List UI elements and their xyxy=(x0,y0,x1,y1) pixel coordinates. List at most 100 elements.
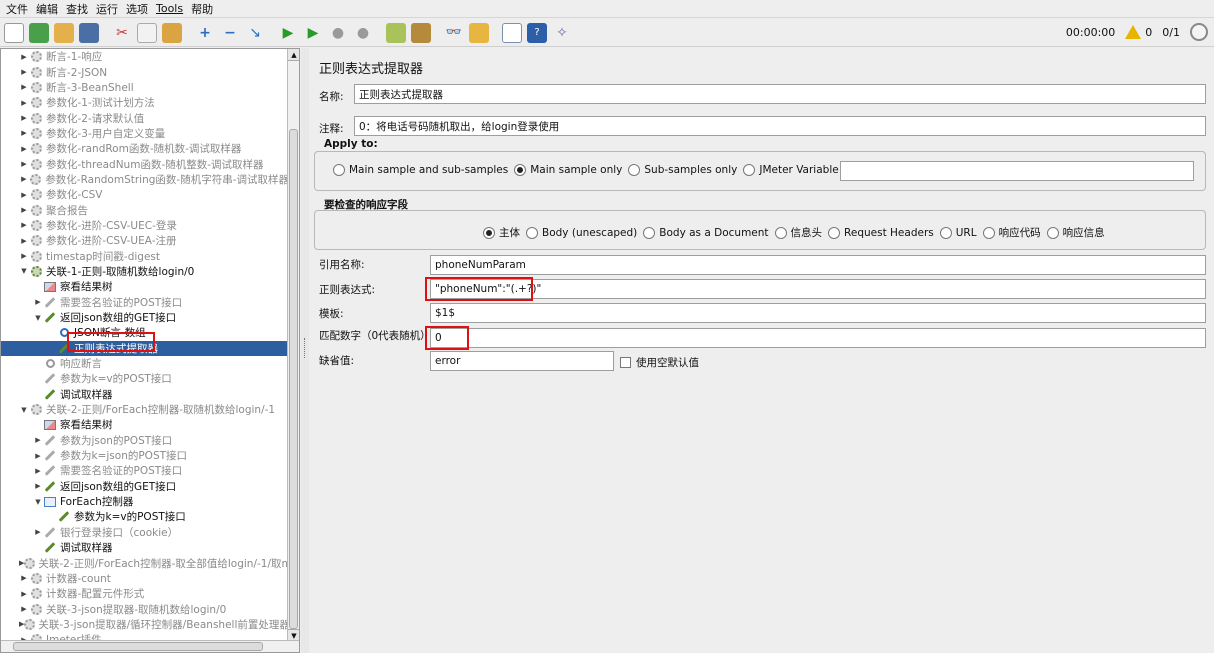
expanded-arrow-icon[interactable]: ▼ xyxy=(19,406,29,414)
comment-field[interactable]: 0：将电话号码随机取出，给login登录使用 xyxy=(354,116,1206,136)
tree-item[interactable]: 察看结果树 xyxy=(1,279,289,294)
shutdown-icon[interactable]: ● xyxy=(353,23,373,43)
tree-item[interactable]: ▶ 参数为json的POST接口 xyxy=(1,433,289,448)
expand-icon[interactable]: + xyxy=(195,23,215,43)
tree-item[interactable]: ▼ 关联-2-正则/ForEach控制器-取随机数给login/-1 xyxy=(1,402,289,417)
radio-icon[interactable] xyxy=(982,226,995,239)
start-no-pause-icon[interactable]: ▶ xyxy=(303,23,323,43)
warning-icon[interactable] xyxy=(1125,25,1142,39)
expanded-arrow-icon[interactable]: ▼ xyxy=(19,267,29,275)
tree-item[interactable]: JSON断言-数组 xyxy=(1,325,289,340)
default-value-field[interactable]: error xyxy=(430,351,614,371)
collapsed-arrow-icon[interactable]: ▶ xyxy=(19,191,29,199)
ref-name-field[interactable]: phoneNumParam xyxy=(430,255,1206,275)
collapsed-arrow-icon[interactable]: ▶ xyxy=(19,590,29,598)
tree-item[interactable]: ▶ 参数化-3-用户自定义变量 xyxy=(1,126,289,141)
collapsed-arrow-icon[interactable]: ▶ xyxy=(19,221,29,229)
menu-run[interactable]: 运行 xyxy=(96,1,118,17)
collapsed-arrow-icon[interactable]: ▶ xyxy=(19,160,29,168)
tree-item[interactable]: ▶ 聚合报告 xyxy=(1,202,289,217)
empty-default-checkbox[interactable] xyxy=(620,357,631,368)
tree-item[interactable]: ▶ 关联-3-json提取器/循环控制器/Beanshell前置处理器-取全 xyxy=(1,617,289,632)
tree-item[interactable]: ▶ 参数化-进阶-CSV-UEA-注册 xyxy=(1,233,289,248)
collapsed-arrow-icon[interactable]: ▶ xyxy=(19,605,29,613)
empty-default-option[interactable]: 使用空默认值 xyxy=(620,355,699,370)
menu-edit[interactable]: 编辑 xyxy=(36,1,58,17)
match-no-field[interactable]: 0 xyxy=(430,328,1206,348)
regex-field[interactable]: "phoneNum":"(.+?)" xyxy=(430,279,1206,299)
tree-item[interactable]: ▶ 参数为k=json的POST接口 xyxy=(1,448,289,463)
stop-icon[interactable]: ● xyxy=(328,23,348,43)
field-response-code[interactable]: 响应代码 xyxy=(982,225,1041,240)
tree-item[interactable]: 参数为k=v的POST接口 xyxy=(1,371,289,386)
copy-icon[interactable] xyxy=(137,22,157,43)
tree-item[interactable]: 正则表达式提取器 xyxy=(1,340,289,356)
toggle-icon[interactable]: ↘ xyxy=(245,23,265,43)
collapsed-arrow-icon[interactable]: ▶ xyxy=(19,206,29,214)
field-body-unescaped[interactable]: Body (unescaped) xyxy=(526,226,637,239)
collapsed-arrow-icon[interactable]: ▶ xyxy=(19,114,29,122)
radio-icon[interactable] xyxy=(1046,226,1059,239)
menu-options[interactable]: 选项 xyxy=(126,1,148,17)
clear-icon[interactable] xyxy=(386,22,406,43)
apply-sub-only[interactable]: Sub-samples only xyxy=(628,164,737,176)
tree-item[interactable]: ▶ 计数器-count xyxy=(1,571,289,586)
templates-icon[interactable] xyxy=(29,22,49,43)
tree-item[interactable]: ▶ 银行登录接口（cookie） xyxy=(1,525,289,540)
tree-item[interactable]: ▶ 参数化-threadNum函数-随机整数-调试取样器 xyxy=(1,156,289,171)
collapsed-arrow-icon[interactable]: ▶ xyxy=(33,452,43,460)
tree-item[interactable]: ▶ 需要签名验证的POST接口 xyxy=(1,463,289,478)
start-icon[interactable]: ▶ xyxy=(278,23,298,43)
collapsed-arrow-icon[interactable]: ▶ xyxy=(33,436,43,444)
tree-item[interactable]: ▶ 断言-3-BeanShell xyxy=(1,80,289,95)
tree-item[interactable]: ▶ 断言-2-JSON xyxy=(1,64,289,79)
collapsed-arrow-icon[interactable]: ▶ xyxy=(33,482,43,490)
apply-main-and-sub[interactable]: Main sample and sub-samples xyxy=(333,164,508,176)
radio-icon[interactable] xyxy=(774,226,787,239)
scroll-up-icon[interactable]: ▲ xyxy=(288,49,299,61)
radio-icon[interactable] xyxy=(828,226,841,239)
collapsed-arrow-icon[interactable]: ▶ xyxy=(19,83,29,91)
menu-tools[interactable]: Tools xyxy=(156,2,183,15)
collapsed-arrow-icon[interactable]: ▶ xyxy=(33,528,43,536)
expanded-arrow-icon[interactable]: ▼ xyxy=(33,314,43,322)
paste-icon[interactable] xyxy=(162,22,182,43)
menu-file[interactable]: 文件 xyxy=(6,1,28,17)
radio-icon[interactable] xyxy=(333,164,345,176)
tree-item[interactable]: ▶ 参数化-进阶-CSV-UEC-登录 xyxy=(1,218,289,233)
tree-item[interactable]: 参数为k=v的POST接口 xyxy=(1,509,289,524)
tree-item[interactable]: ▶ timestap时间戳-digest xyxy=(1,248,289,263)
help-icon[interactable]: ? xyxy=(527,22,547,43)
collapsed-arrow-icon[interactable]: ▶ xyxy=(19,237,29,245)
function-helper-icon[interactable] xyxy=(502,22,522,43)
tree-item[interactable]: ▼ 关联-1-正则-取随机数给login/0 xyxy=(1,264,289,279)
clear-all-icon[interactable] xyxy=(411,22,431,43)
open-icon[interactable] xyxy=(54,22,74,43)
radio-selected-icon[interactable] xyxy=(514,164,527,176)
collapsed-arrow-icon[interactable]: ▶ xyxy=(19,145,29,153)
tree-item[interactable]: ▶ 参数化-CSV xyxy=(1,187,289,202)
tree-item[interactable]: ▶ 关联-3-json提取器-取随机数给login/0 xyxy=(1,601,289,616)
tree-item[interactable]: ▶ 需要签名验证的POST接口 xyxy=(1,295,289,310)
tree-item[interactable]: ▼ ForEach控制器 xyxy=(1,494,289,509)
variable-name-field[interactable] xyxy=(840,161,1194,181)
tree-item[interactable]: 察看结果树 xyxy=(1,417,289,432)
cut-icon[interactable]: ✂ xyxy=(112,23,132,43)
tree-item[interactable]: ▶ 参数化-1-测试计划方法 xyxy=(1,95,289,110)
menu-search[interactable]: 查找 xyxy=(66,1,88,17)
radio-icon[interactable] xyxy=(939,226,952,239)
radio-icon[interactable] xyxy=(743,164,756,176)
collapsed-arrow-icon[interactable]: ▶ xyxy=(19,53,29,61)
expanded-arrow-icon[interactable]: ▼ xyxy=(33,498,43,506)
collapsed-arrow-icon[interactable]: ▶ xyxy=(19,68,29,76)
tree-item[interactable]: ▶ 参数化-RandomString函数-随机字符串-调试取样器 xyxy=(1,172,289,187)
radio-icon[interactable] xyxy=(526,226,538,239)
radio-selected-icon[interactable] xyxy=(483,226,495,239)
collapsed-arrow-icon[interactable]: ▶ xyxy=(19,99,29,107)
tree-item[interactable]: ▶ 参数化-randRom函数-随机数-调试取样器 xyxy=(1,141,289,156)
tree-item[interactable]: ▼ 返回json数组的GET接口 xyxy=(1,310,289,325)
menu-help[interactable]: 帮助 xyxy=(191,1,213,17)
search-icon[interactable]: 👓 xyxy=(444,23,464,43)
scroll-thumb-horizontal[interactable] xyxy=(13,642,263,651)
name-field[interactable]: 正则表达式提取器 xyxy=(354,84,1206,104)
